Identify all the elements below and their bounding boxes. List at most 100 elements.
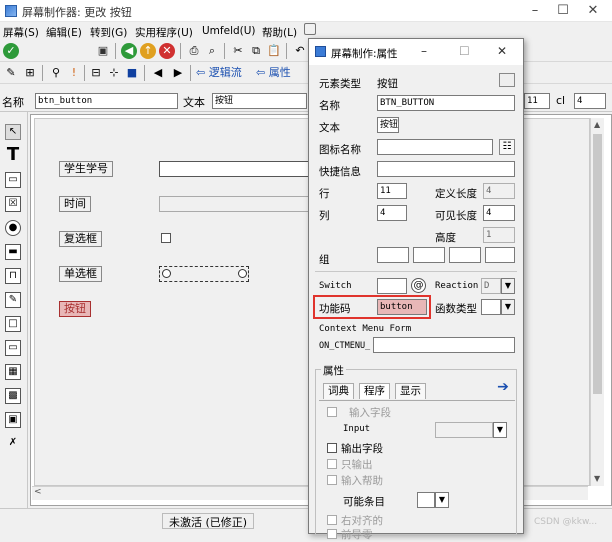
checkbox-tool-icon[interactable]: ☒	[5, 196, 21, 212]
button-tool-icon[interactable]: ▬	[5, 244, 21, 260]
input-field-tool-icon[interactable]: ▭	[5, 172, 21, 188]
info-block-icon[interactable]: ■	[124, 65, 140, 81]
reaction-dropdown-icon[interactable]: ▼	[501, 278, 515, 294]
function-type-dropdown-icon[interactable]: ▼	[501, 299, 515, 315]
scroll-up-icon[interactable]: ▲	[594, 120, 600, 129]
leading-zero-checkbox[interactable]	[327, 529, 337, 539]
possible-entry-field[interactable]	[417, 492, 435, 508]
display-icon[interactable]: ⊟	[88, 65, 104, 81]
cl-field[interactable]: 4	[574, 93, 606, 109]
next-icon[interactable]: ▶	[170, 65, 186, 81]
text-prop-field[interactable]: 按钮	[377, 117, 399, 133]
subscreen-tool-icon[interactable]: □	[5, 316, 21, 332]
text-tool-icon[interactable]: T	[5, 146, 21, 164]
reaction-field[interactable]: D	[481, 278, 501, 294]
check-icon[interactable]: ✓	[3, 43, 19, 59]
name-prop-field[interactable]: BTN_BUTTON	[377, 95, 515, 111]
time-label[interactable]: 时间	[59, 196, 91, 212]
menu-umfeld[interactable]: Umfeld(U)	[202, 25, 256, 37]
dialog-maximize-button[interactable]: ☐	[459, 44, 470, 58]
tabstrip-wizard-icon[interactable]: ✎	[5, 292, 21, 308]
radio-button-1[interactable]	[162, 269, 171, 278]
tab-display[interactable]: 显示	[395, 383, 426, 399]
info-icon[interactable]: !	[66, 65, 82, 81]
checkbox-label[interactable]: 复选框	[59, 231, 102, 247]
group-field-2[interactable]	[413, 247, 445, 263]
tab-program[interactable]: 程序	[359, 383, 390, 399]
radio-button-2[interactable]	[238, 269, 247, 278]
selected-button-element[interactable]: 按钮	[59, 301, 91, 317]
arrow-right-icon[interactable]: ➔	[495, 379, 511, 395]
function-code-field[interactable]: button	[377, 299, 427, 315]
quickinfo-field[interactable]	[377, 161, 515, 177]
status-icon-tool-icon[interactable]: ✗	[5, 436, 21, 452]
switch-field[interactable]	[377, 278, 407, 294]
group-field-3[interactable]	[449, 247, 481, 263]
copy-icon[interactable]: ⧉	[248, 43, 264, 59]
scroll-thumb[interactable]	[593, 134, 602, 394]
student-id-label[interactable]: 学生学号	[59, 161, 113, 177]
exit-icon[interactable]: ↑	[140, 43, 156, 59]
row-field[interactable]: 11	[377, 183, 407, 199]
tabstrip-tool-icon[interactable]: ⊓	[5, 268, 21, 284]
undo-icon[interactable]: ↶	[292, 43, 308, 59]
scroll-left-icon[interactable]: <	[34, 487, 42, 497]
input-dropdown-icon[interactable]: ▼	[493, 422, 507, 438]
hierarchy-icon[interactable]: ⊞	[22, 65, 38, 81]
minimize-button[interactable]: –	[520, 2, 550, 20]
menu-utilities[interactable]: 实用程序(U)	[135, 25, 193, 40]
icon-browse-icon[interactable]: ☷	[499, 139, 515, 155]
canvas-checkbox[interactable]	[161, 233, 171, 243]
layout-icon[interactable]	[304, 23, 316, 35]
tab-dictionary[interactable]: 词典	[323, 383, 354, 399]
input-help-checkbox[interactable]	[327, 475, 337, 485]
col-field[interactable]: 11	[524, 93, 550, 109]
custom-control-icon[interactable]: ▣	[5, 412, 21, 428]
dialog-minimize-button[interactable]: –	[421, 44, 427, 58]
maximize-button[interactable]: ☐	[548, 2, 578, 20]
print-icon[interactable]: ⎙	[186, 43, 202, 59]
student-id-input[interactable]	[159, 161, 319, 177]
context-menu-field[interactable]	[373, 337, 515, 353]
prev-icon[interactable]: ◀	[150, 65, 166, 81]
scroll-down-icon[interactable]: ▼	[594, 474, 600, 483]
paste-icon[interactable]: 📋	[266, 43, 282, 59]
group-field-4[interactable]	[485, 247, 515, 263]
col-field-dialog[interactable]: 4	[377, 205, 407, 221]
radio-label[interactable]: 单选框	[59, 266, 102, 282]
icon-name-field[interactable]	[377, 139, 493, 155]
pencil-icon[interactable]: ✎	[3, 65, 19, 81]
vis-length-field[interactable]: 4	[483, 205, 515, 221]
cut-icon[interactable]: ✂	[230, 43, 246, 59]
table-wizard-icon[interactable]: ▩	[5, 388, 21, 404]
pointer-tool-icon[interactable]: ↖	[5, 124, 21, 140]
box-tool-icon[interactable]: ▭	[5, 340, 21, 356]
table-control-icon[interactable]: ▦	[5, 364, 21, 380]
cancel-icon[interactable]: ✕	[159, 43, 175, 59]
possible-entry-dropdown-icon[interactable]: ▼	[435, 492, 449, 508]
group-field-1[interactable]	[377, 247, 409, 263]
menu-edit[interactable]: 编辑(E)	[46, 25, 82, 40]
network-icon[interactable]: ⊹	[106, 65, 122, 81]
close-button[interactable]: ✕	[578, 2, 608, 20]
menu-goto[interactable]: 转到(G)	[90, 25, 127, 40]
radio-tool-icon[interactable]: ●	[5, 220, 21, 236]
dialog-close-button[interactable]: ✕	[497, 44, 507, 58]
save-icon[interactable]: ▣	[95, 43, 111, 59]
back-icon[interactable]: ◀	[121, 43, 137, 59]
output-only-checkbox[interactable]	[327, 459, 337, 469]
attributes-button[interactable]: ⇦ 属性	[256, 65, 291, 81]
switch-icon[interactable]: @	[411, 278, 426, 293]
menu-screen[interactable]: 屏幕(S)	[3, 25, 39, 40]
radio-group[interactable]	[159, 266, 249, 282]
right-aligned-checkbox[interactable]	[327, 515, 337, 525]
input-select[interactable]	[435, 422, 493, 438]
time-input[interactable]	[159, 196, 319, 212]
output-field-checkbox[interactable]	[327, 443, 337, 453]
menu-help[interactable]: 帮助(L)	[262, 25, 297, 40]
where-used-icon[interactable]: ⚲	[48, 65, 64, 81]
name-field[interactable]: btn_button	[35, 93, 178, 109]
text-field[interactable]: 按钮	[212, 93, 307, 109]
flow-logic-button[interactable]: ⇦ 逻辑流	[196, 65, 242, 81]
vertical-scrollbar[interactable]: ▲ ▼	[590, 118, 604, 486]
